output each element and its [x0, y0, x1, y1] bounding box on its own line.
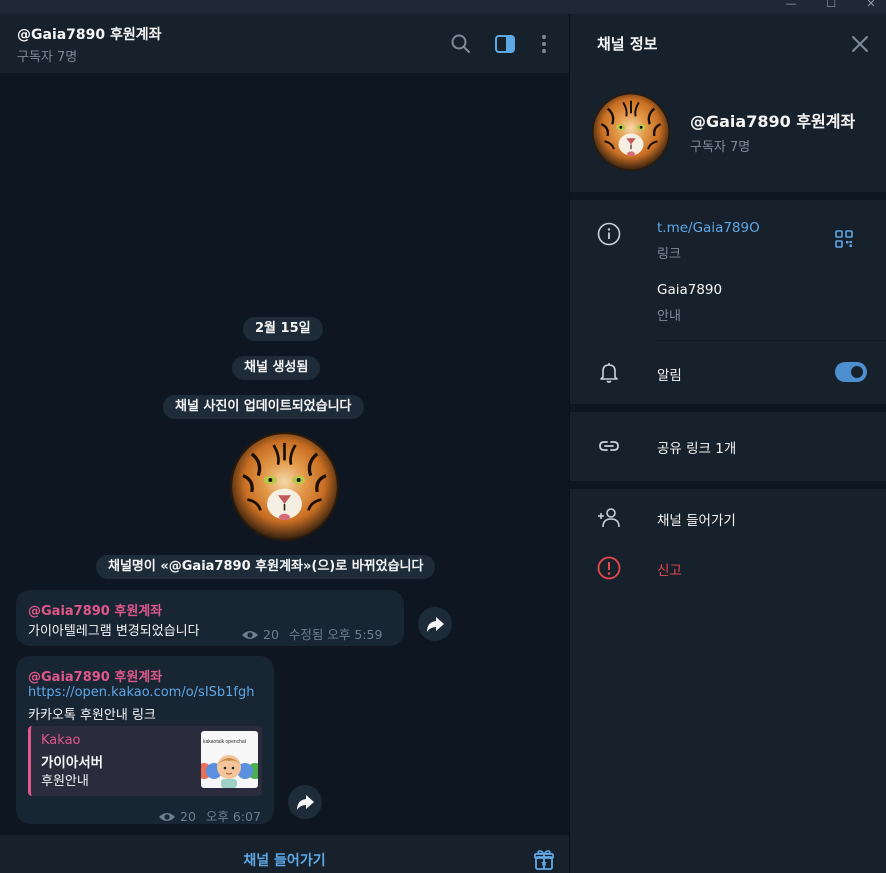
forward-button[interactable]: [418, 607, 452, 641]
subscriber-count: 구독자 7명: [690, 140, 751, 155]
report-item[interactable]: 신고: [657, 559, 682, 579]
join-channel-item[interactable]: 채널 들어가기: [657, 509, 736, 529]
qr-code-icon[interactable]: [835, 230, 853, 248]
gift-icon[interactable]: [533, 849, 555, 871]
maximize-button[interactable]: ☐: [811, 0, 851, 12]
sidebar-toggle-icon[interactable]: [494, 33, 516, 55]
channel-info-panel: 채널 정보 @Gaia7890 후원계좌 구독자 7명 t.me/Gaia789…: [570, 14, 886, 873]
window-titlebar: — ☐ ✕: [0, 0, 886, 14]
forward-button[interactable]: [288, 785, 322, 819]
minimize-button[interactable]: —: [771, 0, 811, 12]
channel-photo[interactable]: [230, 432, 339, 541]
kakao-character-image: [201, 755, 258, 788]
channel-name: @Gaia7890 후원계좌: [690, 112, 856, 131]
view-count: 20: [180, 809, 196, 824]
section-separator: [570, 192, 886, 200]
notifications-toggle[interactable]: [835, 362, 867, 382]
forward-icon: [427, 617, 444, 632]
message-link[interactable]: https://open.kakao.com/o/sISb1fgh: [28, 685, 255, 700]
message-bubble[interactable]: @Gaia7890 후원계좌 가이아텔레그램 변경되었습니다 20 수정됨 오후…: [16, 590, 404, 646]
section-separator: [570, 404, 886, 412]
message-author[interactable]: @Gaia7890 후원계좌: [28, 600, 162, 619]
forward-icon: [297, 795, 314, 810]
preview-description: 후원안내: [41, 774, 89, 789]
link-icon: [599, 441, 619, 451]
service-photo-updated: 채널 사진이 업데이트되었습니다: [163, 395, 364, 419]
more-vertical-icon[interactable]: [533, 33, 555, 55]
toggle-knob: [849, 364, 865, 380]
view-count: 20: [263, 627, 279, 642]
service-channel-renamed: 채널명이 «@Gaia7890 후원계좌»(으)로 바뀌었습니다: [96, 555, 436, 579]
close-icon[interactable]: [852, 36, 868, 52]
message-text: 카카오톡 후원안내 링크: [28, 708, 156, 723]
eye-icon: [242, 631, 258, 639]
message-author[interactable]: @Gaia7890 후원계좌: [28, 666, 162, 685]
notifications-label: 알림: [657, 368, 682, 384]
message-meta: 20 수정됨 오후 5:59: [241, 624, 382, 643]
join-channel-button[interactable]: 채널 들어가기: [0, 850, 569, 870]
info-panel-title: 채널 정보: [597, 35, 658, 53]
chat-title[interactable]: @Gaia7890 후원계좌: [17, 24, 162, 44]
info-icon: [597, 222, 621, 246]
add-user-icon: [598, 508, 620, 528]
message-time: 오후 5:59: [327, 627, 383, 642]
service-channel-created: 채널 생성됨: [232, 356, 321, 380]
search-icon[interactable]: [450, 33, 472, 55]
chat-subtitle: 구독자 7명: [17, 50, 78, 65]
preview-title: 가이아서버: [41, 755, 104, 771]
channel-link-caption: 링크: [657, 247, 681, 262]
channel-link[interactable]: t.me/Gaia789O: [657, 220, 760, 236]
message-time: 오후 6:07: [205, 809, 261, 824]
chat-pane: @Gaia7890 후원계좌 구독자 7명 2월 15일 채널 생성됨 채널 사…: [0, 14, 569, 873]
message-bubble[interactable]: @Gaia7890 후원계좌 https://open.kakao.com/o/…: [16, 656, 274, 824]
join-channel-bar[interactable]: 채널 들어가기: [0, 835, 569, 873]
message-text: 가이아텔레그램 변경되었습니다: [28, 624, 200, 639]
thumbnail-caption: kakaotalk openchat: [203, 739, 247, 745]
edited-label: 수정됨: [288, 627, 324, 642]
preview-thumbnail[interactable]: kakaotalk openchat: [201, 731, 258, 788]
window-close-button[interactable]: ✕: [851, 0, 886, 12]
link-preview[interactable]: Kakao 가이아서버 후원안내 kakaotalk openchat: [28, 726, 262, 796]
section-separator: [570, 481, 886, 489]
eye-icon: [159, 813, 175, 821]
row-divider: [657, 340, 886, 341]
channel-about-caption: 안내: [657, 309, 681, 324]
message-meta: 20 오후 6:07: [158, 806, 261, 825]
channel-about: Gaia7890: [657, 282, 723, 298]
share-links-item[interactable]: 공유 링크 1개: [657, 437, 736, 457]
chat-header[interactable]: @Gaia7890 후원계좌 구독자 7명: [0, 14, 569, 73]
bell-icon: [600, 363, 618, 383]
channel-avatar[interactable]: [592, 93, 670, 171]
report-icon: [597, 556, 621, 580]
date-badge: 2월 15일: [243, 317, 323, 341]
preview-site: Kakao: [41, 733, 81, 748]
